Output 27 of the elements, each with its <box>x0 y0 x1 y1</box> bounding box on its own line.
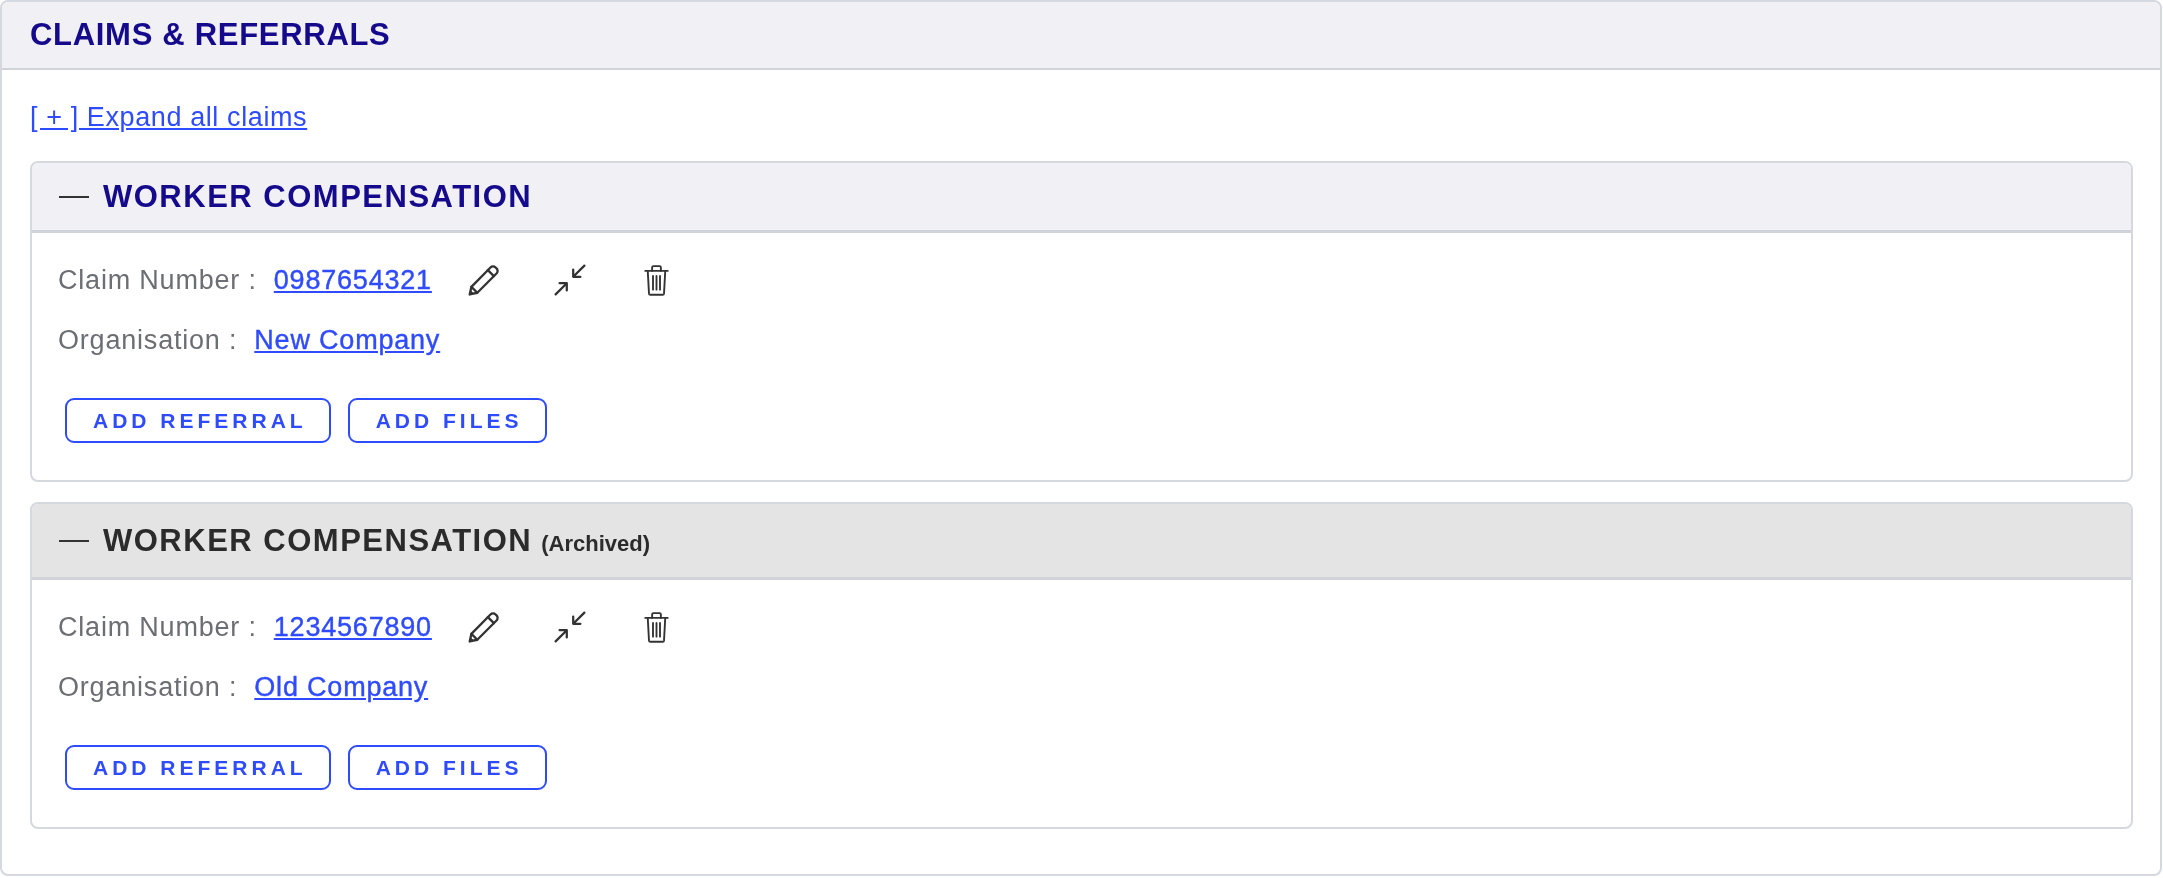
compress-icon[interactable] <box>553 264 586 296</box>
claim-title: WORKER COMPENSATION <box>103 522 533 559</box>
claim-title: WORKER COMPENSATION <box>103 178 533 215</box>
add-referral-button[interactable]: ADD REFERRAL <box>65 398 331 443</box>
claim-card-header[interactable]: WORKER COMPENSATION (Archived) <box>32 504 2131 580</box>
trash-icon[interactable] <box>643 264 669 296</box>
claim-number-link[interactable]: 0987654321 <box>273 264 432 296</box>
add-files-button[interactable]: ADD FILES <box>347 745 547 790</box>
compress-icon[interactable] <box>553 611 586 643</box>
field-label: Organisation : <box>58 671 238 703</box>
minus-icon[interactable] <box>59 539 89 542</box>
field-label: Claim Number : <box>58 611 257 643</box>
minus-icon[interactable] <box>59 195 89 198</box>
trash-icon[interactable] <box>643 611 669 643</box>
field-label: Organisation : <box>58 324 238 356</box>
panel-title: CLAIMS & REFERRALS <box>30 17 391 53</box>
archived-note: (Archived) <box>541 530 650 557</box>
expand-all-link[interactable]: [ + ] Expand all claims <box>30 101 308 133</box>
claim-card-header[interactable]: WORKER COMPENSATION <box>32 163 2131 233</box>
add-files-button[interactable]: ADD FILES <box>347 398 547 443</box>
organisation-link[interactable]: Old Company <box>254 671 429 703</box>
pencil-icon[interactable] <box>467 611 499 643</box>
pencil-icon[interactable] <box>467 264 499 296</box>
field-label: Claim Number : <box>58 264 257 296</box>
add-referral-button[interactable]: ADD REFERRAL <box>65 745 331 790</box>
claim-number-link[interactable]: 1234567890 <box>273 611 432 643</box>
organisation-link[interactable]: New Company <box>254 324 441 356</box>
